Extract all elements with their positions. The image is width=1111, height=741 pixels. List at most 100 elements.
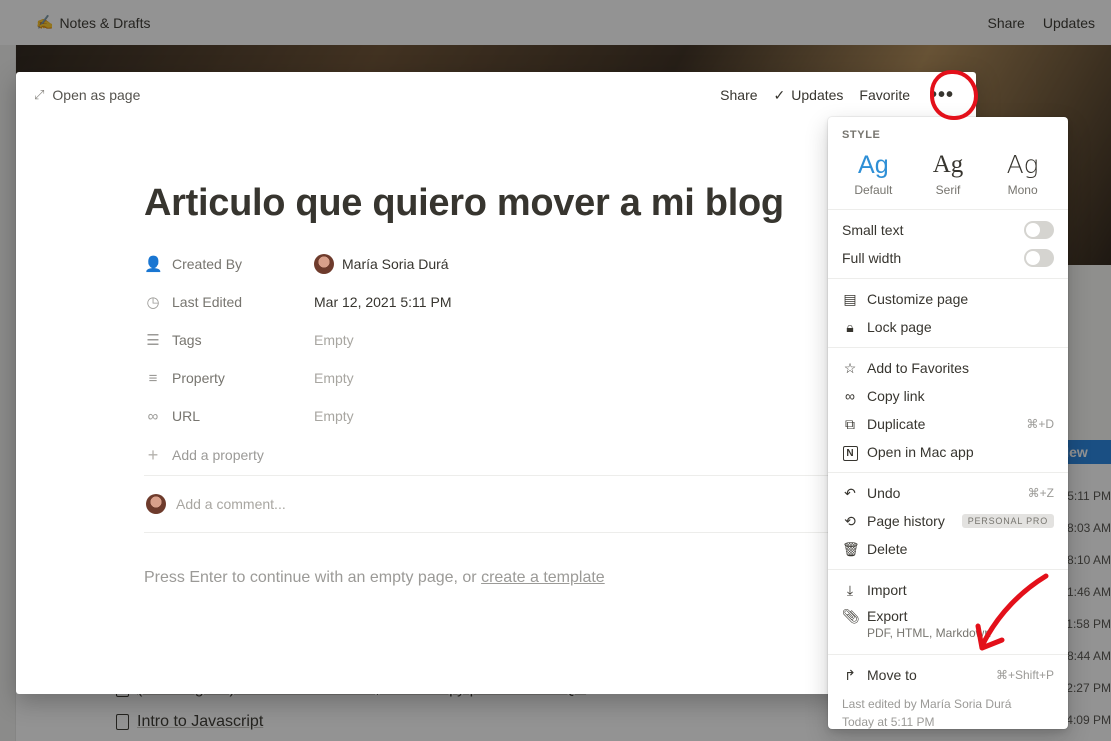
- properties-list: 👤 Created By María Soria Durá ◷ Last Edite…: [144, 245, 844, 475]
- checkmark-icon: ✓: [773, 86, 786, 103]
- property-row-tags[interactable]: ☰ Tags Empty: [144, 321, 844, 359]
- download-icon: ⤓: [846, 581, 854, 598]
- page-history-item[interactable]: ⟲ Page history PERSONAL PRO: [828, 507, 1068, 535]
- list-icon: ☰: [146, 332, 160, 349]
- move-to-item[interactable]: ↱ Move to ⌘+Shift+P: [828, 661, 1068, 689]
- delete-item[interactable]: 🗑︎ Delete: [828, 535, 1068, 563]
- property-row-created-by[interactable]: 👤 Created By María Soria Durá: [144, 245, 844, 283]
- property-row-url[interactable]: ∞ URL Empty: [144, 397, 844, 435]
- property-key: Created By: [172, 256, 243, 272]
- menu-item-label: Duplicate: [867, 416, 926, 432]
- red-arrow-annotation: [975, 573, 1049, 651]
- property-key: Tags: [172, 332, 202, 348]
- expand-icon: ⤢: [34, 87, 45, 102]
- add-property-label: Add a property: [172, 447, 264, 463]
- style-option-serif[interactable]: Ag Serif: [915, 149, 981, 197]
- lock-icon: 🔒︎: [846, 318, 854, 335]
- history-section: ↶ Undo ⌘+Z ⟲ Page history PERSONAL PRO 🗑…: [828, 473, 1068, 570]
- empty-page-hint: Press Enter to continue with an empty pa…: [144, 569, 844, 587]
- text-icon: ≡: [148, 369, 158, 387]
- page-content: Articulo que quiero mover a mi blog 👤 Cre…: [144, 182, 844, 587]
- property-value: Empty: [314, 332, 354, 348]
- page-title[interactable]: Articulo que quiero mover a mi blog: [144, 182, 844, 225]
- undo-item[interactable]: ↶ Undo ⌘+Z: [828, 479, 1068, 507]
- property-value: Empty: [314, 408, 354, 424]
- menu-item-label: Delete: [867, 541, 908, 557]
- person-icon: 👤: [144, 256, 163, 273]
- last-edited-meta: Last edited by María Soria Durá Today at…: [828, 689, 1068, 729]
- notion-icon: N: [842, 443, 858, 461]
- property-key: URL: [172, 408, 201, 424]
- last-edited-time: Today at 5:11 PM: [842, 715, 935, 729]
- plan-badge: PERSONAL PRO: [961, 514, 1054, 528]
- share-section: ☆ Add to Favorites ∞ Copy link ⧉ Duplica…: [828, 348, 1068, 473]
- toggle-label: Small text: [842, 222, 904, 238]
- comment-placeholder: Add a comment...: [176, 496, 286, 512]
- menu-item-label: Page history: [867, 513, 945, 529]
- toggles-section: Small text Full width: [828, 210, 1068, 279]
- style-heading: STYLE: [842, 129, 881, 141]
- menu-item-label: Move to: [867, 667, 917, 683]
- open-as-page-button[interactable]: ⤢ Open as page: [34, 87, 140, 103]
- link-icon: ∞: [147, 407, 159, 425]
- menu-item-label: Open in Mac app: [867, 444, 974, 460]
- link-icon: ∞: [845, 388, 855, 404]
- add-to-favorites-item[interactable]: ☆ Add to Favorites: [828, 354, 1068, 382]
- modal-share-button[interactable]: Share: [720, 87, 757, 103]
- page-icon: ▤: [843, 290, 857, 307]
- red-circle-annotation: [930, 70, 978, 120]
- updates-label: Updates: [791, 87, 844, 103]
- add-property-button[interactable]: + Add a property: [144, 435, 844, 475]
- full-width-toggle[interactable]: [1024, 249, 1054, 267]
- menu-item-label: Customize page: [867, 291, 969, 307]
- menu-item-label: Undo: [867, 485, 901, 501]
- shortcut-hint: ⌘+D: [1026, 417, 1054, 431]
- star-icon: ☆: [843, 359, 857, 376]
- undo-icon: ↶: [844, 484, 856, 501]
- plus-icon: +: [147, 444, 159, 465]
- create-template-link[interactable]: create a template: [481, 569, 605, 586]
- small-text-toggle[interactable]: [1024, 221, 1054, 239]
- small-text-toggle-row[interactable]: Small text: [828, 216, 1068, 244]
- paperclip-icon: 📎︎: [842, 608, 860, 624]
- property-value: María Soria Durá: [342, 256, 449, 272]
- style-option-mono[interactable]: Ag Mono: [990, 149, 1056, 197]
- divider: [144, 532, 844, 533]
- lock-page-item[interactable]: 🔒︎ Lock page: [828, 313, 1068, 341]
- property-value: Mar 12, 2021 5:11 PM: [314, 294, 452, 310]
- property-row-last-edited[interactable]: ◷ Last Edited Mar 12, 2021 5:11 PM: [144, 283, 844, 321]
- style-glyph: Ag: [1006, 150, 1039, 179]
- customize-page-item[interactable]: ▤ Customize page: [828, 285, 1068, 313]
- style-caption: Mono: [1007, 183, 1038, 197]
- menu-item-label: Import: [867, 582, 907, 598]
- style-glyph: Ag: [932, 151, 964, 178]
- toggle-label: Full width: [842, 250, 902, 266]
- duplicate-item[interactable]: ⧉ Duplicate ⌘+D: [828, 410, 1068, 438]
- property-key: Property: [172, 370, 225, 386]
- move-section: ↱ Move to ⌘+Shift+P Last edited by María…: [828, 655, 1068, 730]
- property-value: Empty: [314, 370, 354, 386]
- style-glyph: Ag: [858, 151, 889, 179]
- full-width-toggle-row[interactable]: Full width: [828, 244, 1068, 272]
- style-section: STYLE Ag Default Ag Serif Ag Mono: [828, 117, 1068, 210]
- open-as-page-label: Open as page: [52, 87, 141, 103]
- trash-icon: 🗑︎: [842, 540, 860, 557]
- modal-topbar: ⤢ Open as page Share ✓ Updates Favorite …: [16, 72, 976, 118]
- style-option-default[interactable]: Ag Default: [840, 149, 906, 197]
- shortcut-hint: ⌘+Shift+P: [995, 668, 1054, 682]
- avatar: [314, 254, 334, 274]
- duplicate-icon: ⧉: [845, 415, 855, 432]
- menu-item-label: Lock page: [867, 319, 932, 335]
- avatar: [146, 494, 166, 514]
- property-row-property[interactable]: ≡ Property Empty: [144, 359, 844, 397]
- shortcut-hint: ⌘+Z: [1027, 486, 1054, 500]
- modal-updates-button[interactable]: ✓ Updates: [774, 87, 844, 104]
- clock-icon: ◷: [146, 294, 160, 311]
- copy-link-item[interactable]: ∞ Copy link: [828, 382, 1068, 410]
- menu-item-label: Add to Favorites: [867, 360, 969, 376]
- comment-input[interactable]: Add a comment...: [144, 476, 844, 532]
- property-key: Last Edited: [172, 294, 243, 310]
- favorite-button[interactable]: Favorite: [859, 87, 910, 103]
- style-caption: Default: [854, 183, 893, 197]
- open-in-mac-app-item[interactable]: N Open in Mac app: [828, 438, 1068, 466]
